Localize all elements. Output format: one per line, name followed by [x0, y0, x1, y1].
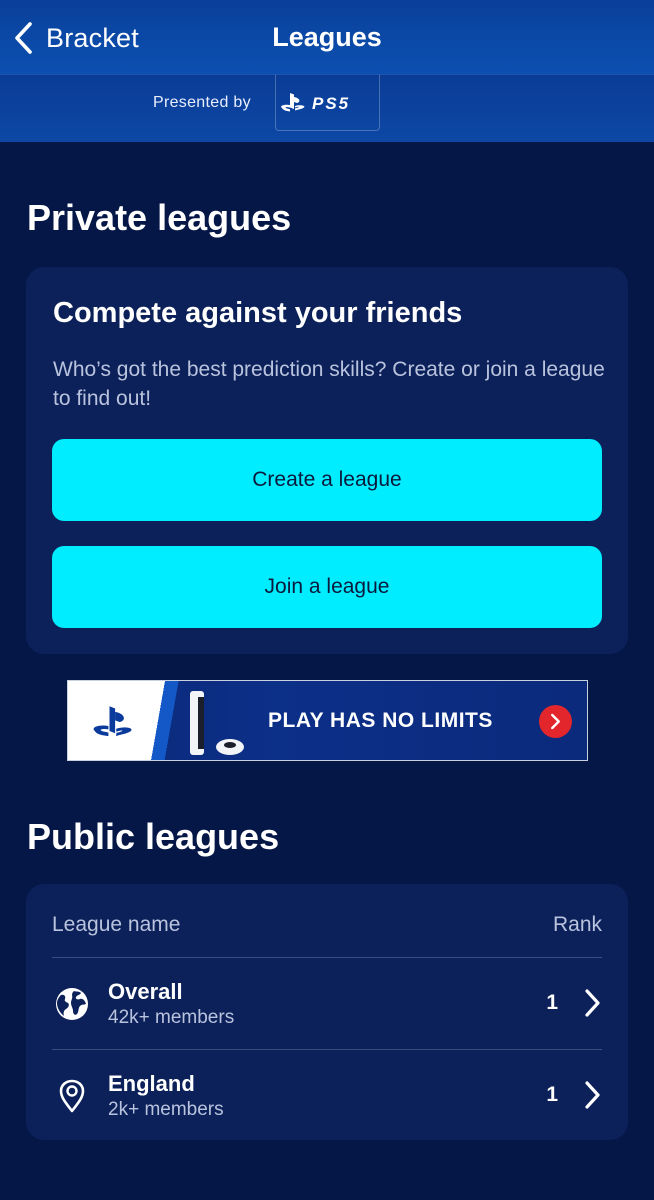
- ad-arrow-button[interactable]: [539, 705, 572, 738]
- league-rank: 1: [546, 991, 558, 1014]
- chevron-right-icon: [551, 713, 560, 730]
- svg-text:PS5: PS5: [312, 94, 350, 113]
- ps5-logo-icon: PS5: [281, 92, 350, 113]
- ps5-sponsor-logo[interactable]: PS5: [275, 75, 380, 131]
- column-header-rank: Rank: [552, 913, 602, 936]
- chevron-right-icon: [585, 1081, 600, 1109]
- private-leagues-title: Private leagues: [27, 197, 292, 238]
- league-members: 2k+ members: [108, 1099, 224, 1120]
- location-pin-icon: [59, 1079, 85, 1113]
- card-description: Who’s got the best prediction skills? Cr…: [53, 358, 605, 410]
- ps5-console-icon: [190, 691, 244, 755]
- league-rank: 1: [546, 1083, 558, 1106]
- league-members: 42k+ members: [108, 1007, 235, 1028]
- ad-banner[interactable]: PLAY HAS NO LIMITS: [67, 680, 588, 761]
- league-name: Overall: [108, 979, 183, 1004]
- league-row-england[interactable]: England 2k+ members 1: [52, 1050, 602, 1140]
- page-title: Leagues: [272, 22, 382, 52]
- ad-slogan: PLAY HAS NO LIMITS: [268, 709, 493, 732]
- ad-slant-decoration: [146, 681, 186, 760]
- table-header: League name Rank: [52, 908, 602, 942]
- column-header-league-name: League name: [52, 913, 181, 936]
- card-heading: Compete against your friends: [53, 297, 463, 329]
- league-name: England: [108, 1071, 195, 1096]
- create-league-button[interactable]: Create a league: [52, 439, 602, 521]
- playstation-logo-icon: [93, 705, 132, 736]
- join-league-button[interactable]: Join a league: [52, 546, 602, 628]
- top-navigation-bar: Bracket Leagues: [0, 0, 654, 74]
- public-leagues-card: League name Rank Overall 42k+ members 1 …: [26, 884, 628, 1140]
- sponsor-strip: Presented by PS5: [0, 74, 654, 142]
- globe-icon: [56, 988, 88, 1020]
- leagues-screen: Bracket Leagues Presented by PS5 Private…: [0, 0, 654, 1200]
- public-leagues-title: Public leagues: [27, 816, 280, 857]
- private-leagues-card: Compete against your friends Who’s got t…: [26, 267, 628, 654]
- chevron-right-icon: [585, 989, 600, 1017]
- presented-by-label: Presented by: [153, 94, 251, 111]
- league-row-overall[interactable]: Overall 42k+ members 1: [52, 958, 602, 1048]
